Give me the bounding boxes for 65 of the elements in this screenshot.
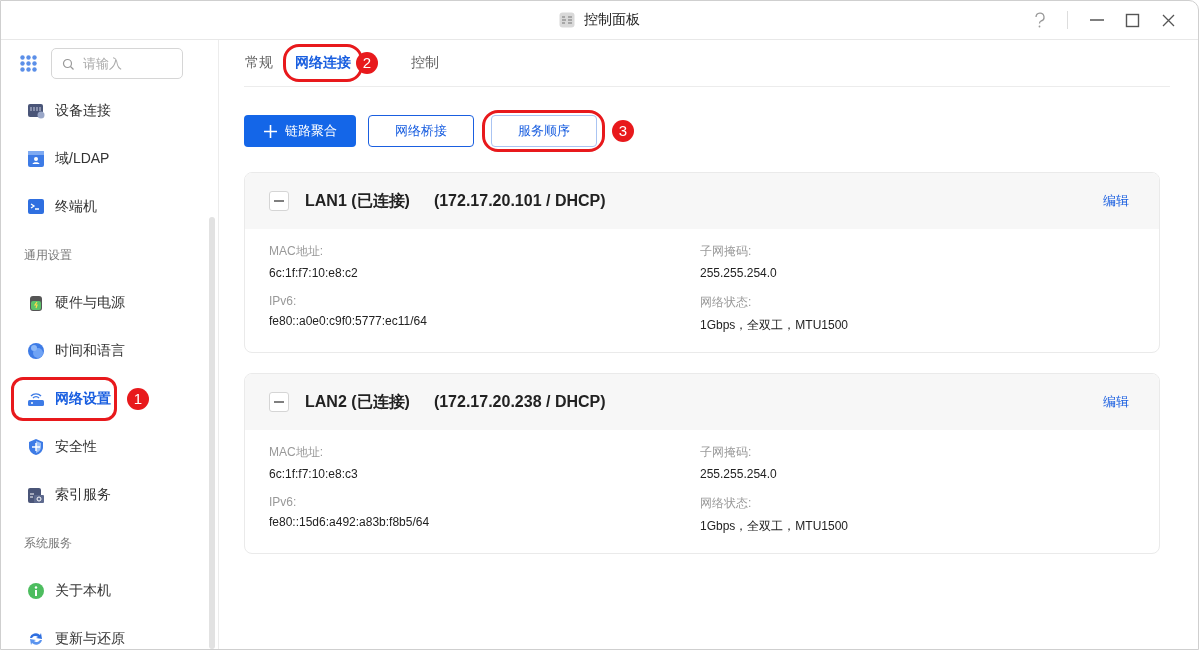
sidebar-item[interactable]: 更新与还原 (1, 615, 129, 649)
help-icon[interactable] (1033, 12, 1046, 28)
interface-address: (172.17.20.238 / DHCP) (433, 393, 606, 411)
search-field[interactable]: 请输入 (51, 48, 183, 79)
sidebar-item[interactable]: 安全性 (1, 423, 101, 471)
tab[interactable]: 网络连接 (295, 54, 351, 72)
plus-icon (263, 124, 277, 138)
field-label: 网络状态: (700, 294, 753, 311)
edit-link[interactable]: 编辑 (1103, 393, 1129, 411)
user-card-icon (27, 150, 45, 168)
apps-grid-icon[interactable] (20, 55, 37, 72)
router-icon (27, 390, 45, 408)
collapse-toggle[interactable] (269, 191, 289, 211)
field-value: 1Gbps，全双工，MTU1500 (700, 518, 850, 535)
callout-badge: 1 (127, 388, 149, 410)
search-icon (62, 58, 74, 70)
sidebar-item[interactable]: 域/LDAP (1, 135, 114, 183)
index-icon (27, 486, 45, 504)
interface-address: (172.17.20.101 / DHCP) (433, 192, 606, 210)
sidebar-item[interactable]: 设备连接 (1, 87, 115, 135)
field-label: 子网掩码: (700, 243, 753, 260)
refresh-icon (27, 630, 45, 648)
window-title: 控制面板 (584, 11, 640, 29)
device-icon (27, 102, 45, 120)
field-value: 255.255.254.0 (700, 467, 778, 481)
field-value: 6c:1f:f7:10:e8:c2 (269, 266, 359, 280)
sidebar-item[interactable]: 硬件与电源 (1, 279, 129, 327)
shield-icon (27, 438, 45, 456)
tab[interactable]: 常规 (245, 54, 273, 72)
field-label: MAC地址: (269, 243, 324, 260)
field-label: IPv6: (269, 495, 298, 509)
collapse-toggle[interactable] (269, 392, 289, 412)
close-icon[interactable] (1161, 12, 1176, 28)
sidebar-item[interactable]: 网络设置 (1, 375, 115, 423)
interface-name: LAN1 (已连接) (305, 190, 410, 211)
interface-name: LAN2 (已连接) (305, 391, 410, 412)
field-label: IPv6: (269, 294, 298, 308)
order-button[interactable]: 服务顺序 (491, 115, 597, 147)
scrollbar[interactable] (209, 217, 215, 649)
battery-icon (27, 294, 45, 312)
field-value: 1Gbps，全双工，MTU1500 (700, 317, 850, 334)
section-header: 系统服务 (23, 535, 72, 552)
field-label: MAC地址: (269, 444, 324, 461)
sidebar-item[interactable]: 时间和语言 (1, 327, 129, 375)
field-value: 255.255.254.0 (700, 266, 778, 280)
field-label: 子网掩码: (700, 444, 753, 461)
section-header: 通用设置 (23, 247, 72, 264)
bridge-button[interactable]: 网络桥接 (368, 115, 474, 147)
terminal-icon (27, 198, 45, 216)
app-icon (559, 12, 575, 28)
info-icon (27, 582, 45, 600)
field-value: fe80::a0e0:c9f0:5777:ec11/64 (269, 314, 428, 328)
sidebar-item[interactable]: 终端机 (1, 183, 101, 231)
edit-link[interactable]: 编辑 (1103, 192, 1129, 210)
maximize-icon[interactable] (1125, 12, 1140, 28)
globe-icon (27, 342, 45, 360)
sidebar-item[interactable]: 关于本机 (1, 567, 115, 615)
field-value: 6c:1f:f7:10:e8:c3 (269, 467, 359, 481)
callout-badge: 3 (612, 120, 634, 142)
field-label: 网络状态: (700, 495, 753, 512)
sidebar-item[interactable]: 索引服务 (1, 471, 115, 519)
callout-badge: 2 (356, 52, 378, 74)
tab[interactable]: 控制 (411, 54, 439, 72)
field-value: fe80::15d6:a492:a83b:f8b5/64 (269, 515, 431, 529)
add-button[interactable]: 链路聚合 (244, 115, 356, 147)
